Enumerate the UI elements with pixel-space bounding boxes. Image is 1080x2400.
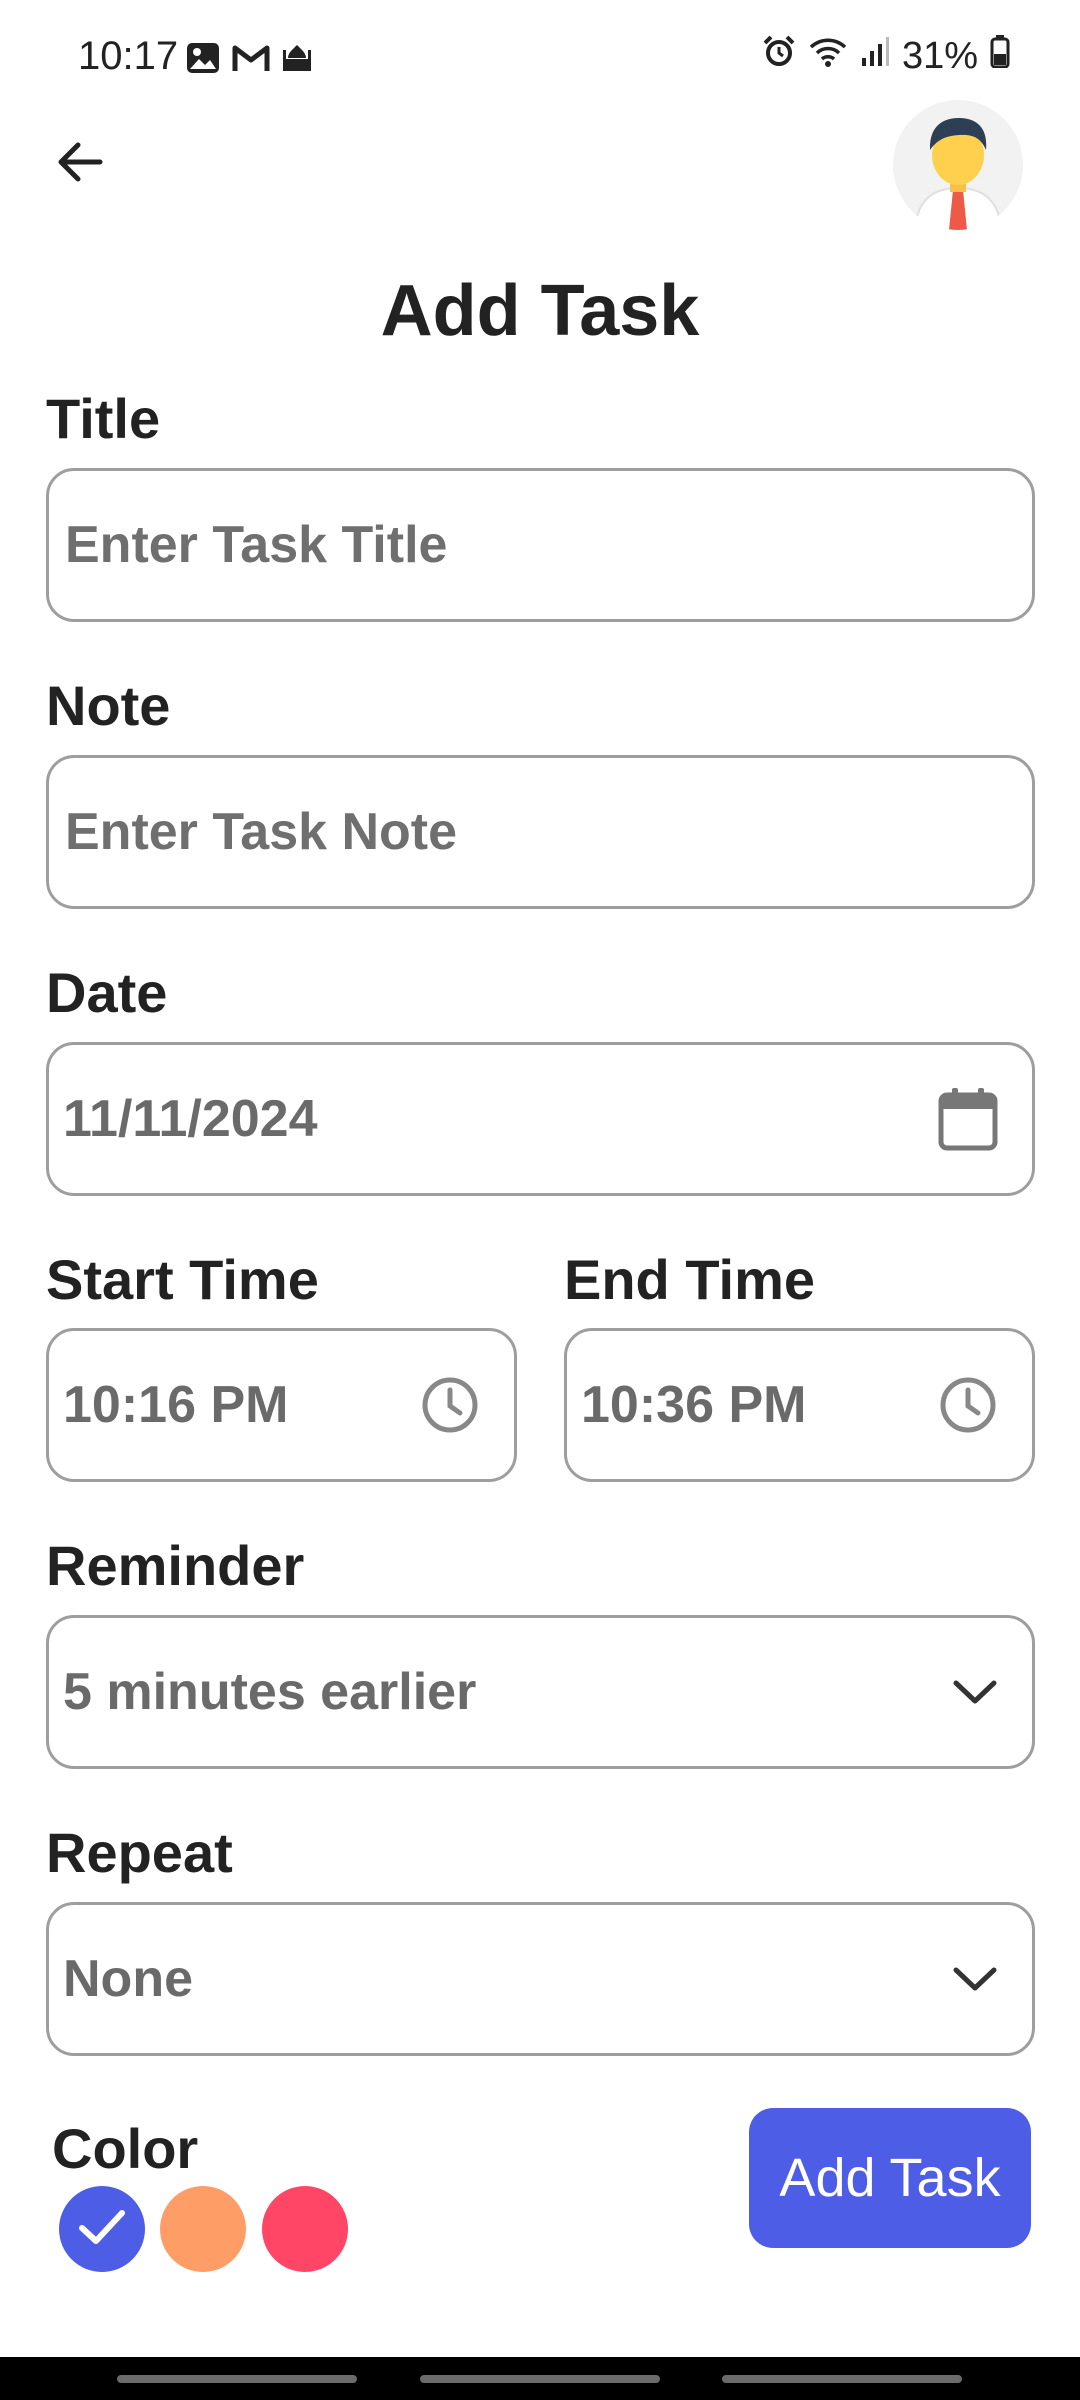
end-time-field[interactable]: 10:36 PM — [564, 1328, 1035, 1482]
date-value: 11/11/2024 — [63, 1090, 318, 1148]
navigation-bar — [0, 2357, 1080, 2400]
arrow-left-icon — [54, 136, 106, 193]
chevron-down-icon[interactable] — [952, 1677, 998, 1707]
back-button[interactable] — [44, 128, 116, 200]
repeat-select[interactable]: None — [46, 1902, 1035, 2056]
battery-percent: 31% — [901, 34, 978, 77]
note-input[interactable] — [63, 801, 1032, 863]
color-swatch-red[interactable] — [262, 2186, 348, 2272]
user-avatar-icon — [893, 100, 1023, 230]
check-icon — [77, 2207, 127, 2252]
title-field[interactable] — [46, 468, 1035, 622]
start-time-label: Start Time — [46, 1248, 319, 1311]
wifi-icon — [808, 35, 848, 78]
add-task-button[interactable]: Add Task — [749, 2108, 1031, 2248]
end-time-value: 10:36 PM — [581, 1376, 807, 1434]
reminder-value: 5 minutes earlier — [63, 1663, 477, 1721]
start-time-field[interactable]: 10:16 PM — [46, 1328, 517, 1482]
repeat-label: Repeat — [46, 1821, 233, 1884]
status-time: 10:17 — [78, 34, 179, 78]
date-field[interactable]: 11/11/2024 — [46, 1042, 1035, 1196]
gmail-icon — [232, 43, 270, 78]
end-time-label: End Time — [564, 1248, 816, 1311]
note-label: Note — [46, 674, 171, 737]
alarm-icon — [762, 34, 796, 78]
page-title: Add Task — [380, 271, 700, 351]
calendar-icon[interactable] — [938, 1087, 998, 1151]
chevron-down-icon[interactable] — [952, 1964, 998, 1994]
nav-home-handle[interactable] — [420, 2375, 660, 2383]
title-label: Title — [46, 387, 161, 450]
avatar[interactable] — [893, 100, 1023, 230]
date-label: Date — [46, 961, 168, 1024]
note-field[interactable] — [46, 755, 1035, 909]
title-input[interactable] — [63, 514, 1032, 576]
status-right: 31% — [762, 34, 1010, 78]
start-time-value: 10:16 PM — [63, 1376, 289, 1434]
status-bar: 10:17 31% — [0, 0, 1080, 120]
signal-icon — [860, 35, 890, 78]
status-left-icons — [186, 42, 312, 79]
nav-back-handle[interactable] — [722, 2375, 962, 2383]
reminder-select[interactable]: 5 minutes earlier — [46, 1615, 1035, 1769]
nav-recents-handle[interactable] — [117, 2375, 357, 2383]
clock-icon[interactable] — [938, 1375, 998, 1435]
battery-icon — [990, 34, 1010, 78]
clock-icon[interactable] — [420, 1375, 480, 1435]
reminder-label: Reminder — [46, 1534, 305, 1597]
gallery-icon — [186, 42, 220, 79]
color-label: Color — [52, 2117, 199, 2180]
mosque-icon — [282, 42, 312, 79]
color-swatch-blue[interactable] — [59, 2186, 145, 2272]
repeat-value: None — [63, 1950, 193, 2008]
color-swatch-orange[interactable] — [160, 2186, 246, 2272]
